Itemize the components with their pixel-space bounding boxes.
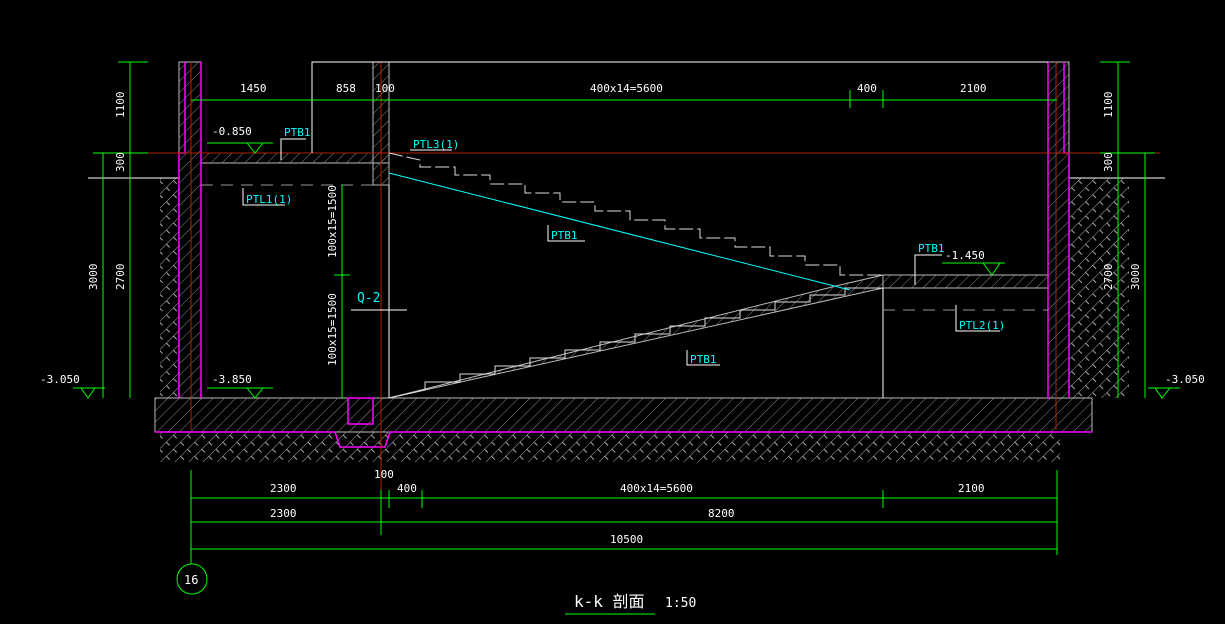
cad-section-drawing[interactable]: 1450 858 100 400x14=5600 400 2100 100 23… xyxy=(0,0,1225,624)
dim-left-300: 300 xyxy=(114,152,127,172)
dim-top-858: 858 xyxy=(336,82,356,95)
elevation-floor-left: -3.850 xyxy=(212,373,252,386)
label-ptl1: PTL1(1) xyxy=(246,193,292,206)
dim-top-2100: 2100 xyxy=(960,82,987,95)
label-ptl2: PTL2(1) xyxy=(959,319,1005,332)
dim-left-1100: 1100 xyxy=(114,92,127,119)
concrete-structure xyxy=(154,61,1093,433)
dim-top-400: 400 xyxy=(857,82,877,95)
elevation-outside-right: -3.050 xyxy=(1165,373,1205,386)
dim-right-1100: 1100 xyxy=(1102,92,1115,119)
dim-right-3000: 3000 xyxy=(1129,264,1142,291)
label-ptb1-landing: PTB1 xyxy=(918,242,945,255)
elevation-outside-left: -3.050 xyxy=(40,373,80,386)
dim-top-5600: 400x14=5600 xyxy=(590,82,663,95)
label-q2: Q-2 xyxy=(357,291,380,306)
dim-bottom-5600: 400x14=5600 xyxy=(620,482,693,495)
label-ptb1-lower: PTB1 xyxy=(690,353,717,366)
dim-bottom-2300a: 2300 xyxy=(270,482,297,495)
dim-right-2700: 2700 xyxy=(1102,264,1115,291)
elevation-landing: -1.450 xyxy=(945,249,985,262)
label-ptb1-upper: PTB1 xyxy=(551,229,578,242)
dim-bottom-100: 100 xyxy=(374,468,394,481)
dim-stair-lower: 100x15=1500 xyxy=(326,293,339,366)
section-scale: 1:50 xyxy=(665,596,696,611)
dim-bottom-8200: 8200 xyxy=(708,507,735,520)
leader-lines xyxy=(242,138,1000,366)
axis-bubble-16: 16 xyxy=(184,573,198,587)
dim-top-1450: 1450 xyxy=(240,82,267,95)
dim-top-100: 100 xyxy=(375,82,395,95)
dim-bottom-400: 400 xyxy=(397,482,417,495)
dimension-lines xyxy=(93,61,1155,615)
elevation-top-left: -0.850 xyxy=(212,125,252,138)
section-title: k-k 剖面 xyxy=(574,592,645,611)
dim-left-2700: 2700 xyxy=(114,264,127,291)
dim-bottom-2300b: 2300 xyxy=(270,507,297,520)
dim-left-3000: 3000 xyxy=(87,264,100,291)
dim-bottom-10500: 10500 xyxy=(610,533,643,546)
dim-right-300: 300 xyxy=(1102,152,1115,172)
label-ptl3: PTL3(1) xyxy=(413,138,459,151)
label-ptb1-top: PTB1 xyxy=(284,126,311,139)
dim-stair-upper: 100x15=1500 xyxy=(326,185,339,258)
dim-bottom-2100: 2100 xyxy=(958,482,985,495)
stair-slope-line xyxy=(388,172,851,291)
elevation-markers xyxy=(73,142,1180,399)
